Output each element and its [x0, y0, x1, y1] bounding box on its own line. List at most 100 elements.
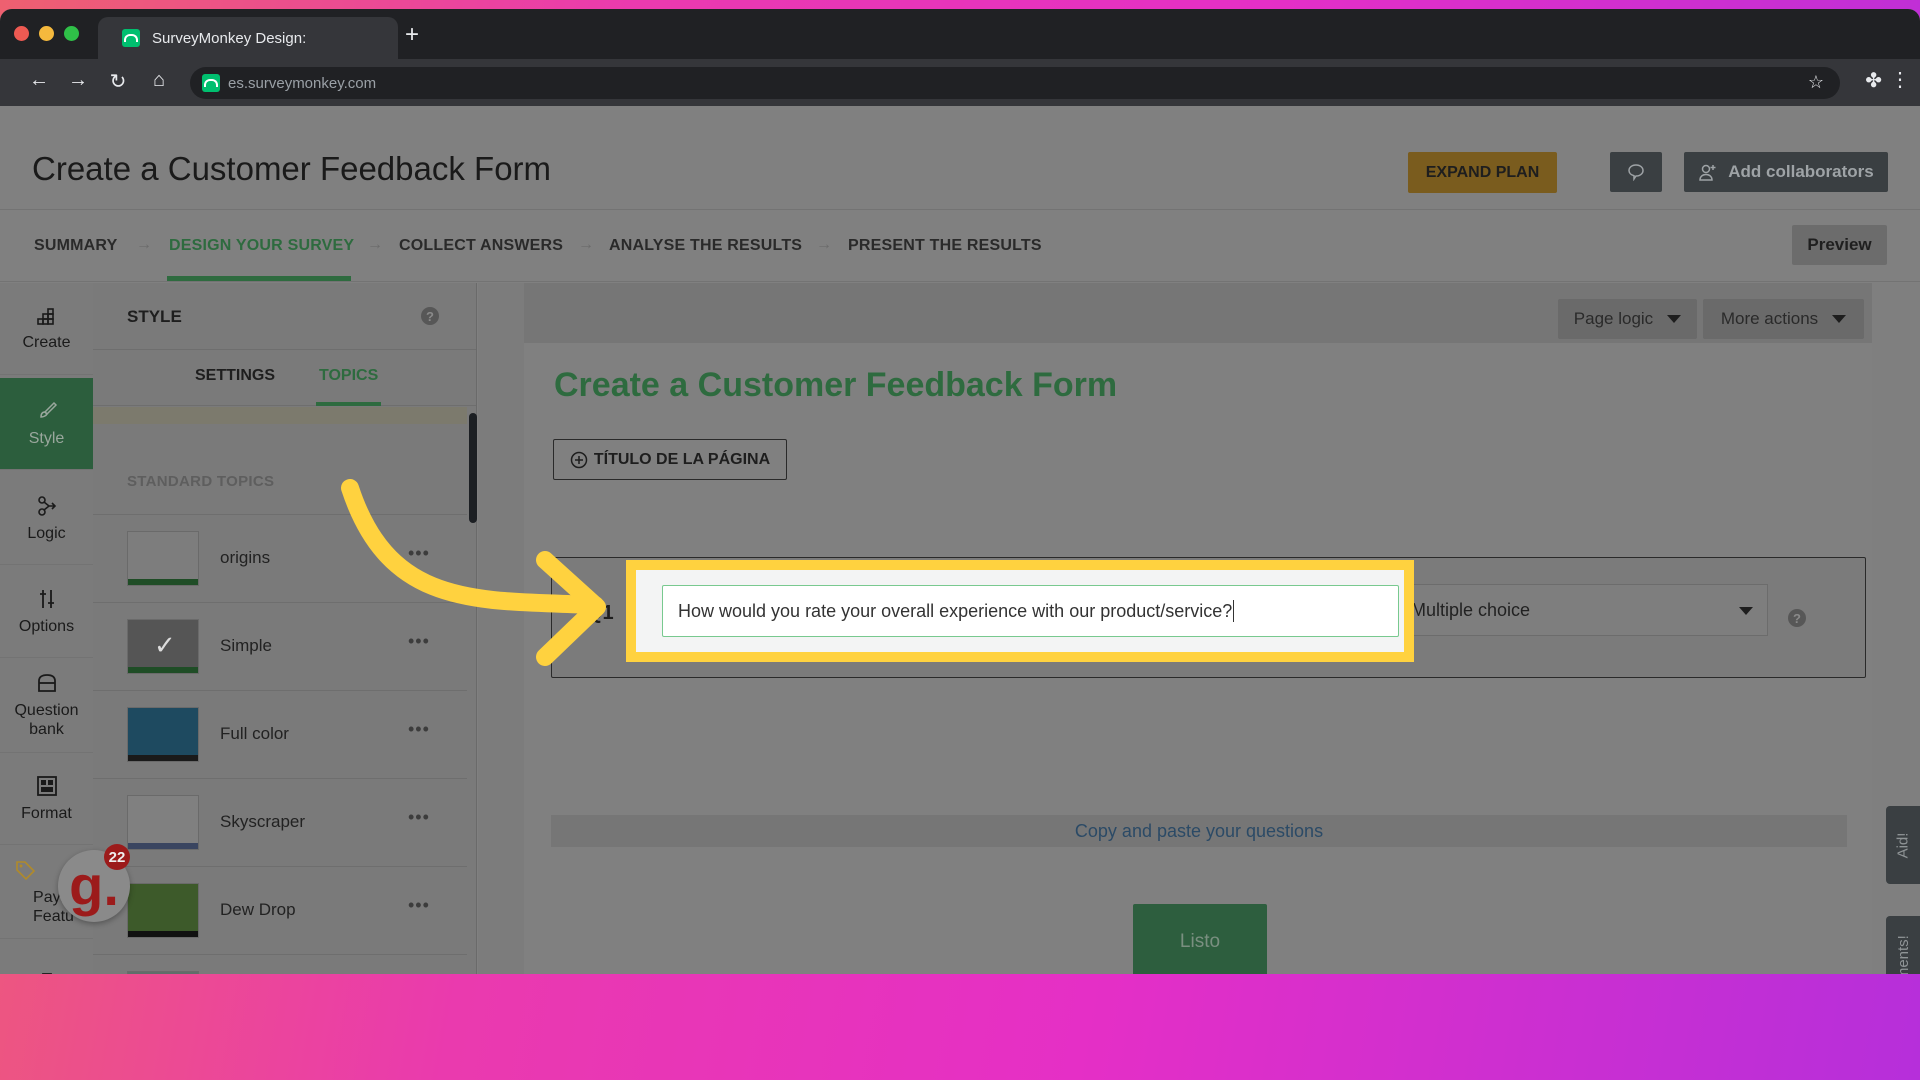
page-logic-dropdown[interactable]: Page logic	[1558, 299, 1697, 339]
step-arrow-icon: →	[816, 236, 832, 253]
rail-item-style[interactable]: Style	[0, 378, 93, 470]
step-present-results[interactable]: PRESENT THE RESULTS	[848, 237, 1042, 255]
style-panel-title: STYLE	[127, 307, 182, 326]
topic-item-origins[interactable]: origins •••	[93, 514, 467, 602]
add-collaborators-button[interactable]: Add collaborators	[1684, 152, 1888, 192]
topic-item-skyscraper[interactable]: Skyscraper •••	[93, 778, 467, 866]
forward-arrow-icon[interactable]: →	[65, 69, 91, 92]
text-caret	[1233, 600, 1235, 622]
maximize-window-button[interactable]	[64, 26, 79, 41]
plus-circle-icon	[570, 451, 588, 468]
browser-tab-bar: SurveyMonkey Design: +	[0, 9, 1920, 59]
more-options-icon[interactable]: •••	[408, 719, 430, 740]
rail-label: Logic	[27, 524, 66, 542]
new-tab-button[interactable]: +	[405, 21, 419, 49]
help-icon[interactable]: ?	[421, 307, 439, 325]
active-step-indicator	[167, 276, 351, 281]
panel-gutter	[478, 283, 524, 974]
topic-name: Dew Drop	[220, 900, 296, 919]
more-actions-label: More actions	[1720, 309, 1819, 328]
step-design-your-survey[interactable]: DESIGN YOUR SURVEY	[169, 237, 354, 255]
standard-topics-heading: STANDARD TOPICS	[127, 473, 275, 490]
comments-button[interactable]	[1610, 152, 1662, 192]
tab-settings[interactable]: SETTINGS	[195, 367, 275, 385]
topic-item-dew-drop[interactable]: Dew Drop •••	[93, 866, 467, 954]
expand-plan-button[interactable]: EXPAND PLAN	[1408, 152, 1557, 193]
browser-menu-icon[interactable]: ⋮	[1890, 67, 1910, 92]
topic-thumbnail	[127, 795, 199, 850]
step-arrow-icon: →	[578, 236, 594, 253]
notification-count-badge: 22	[104, 844, 130, 870]
reload-icon[interactable]: ↻	[105, 69, 131, 94]
active-tab-indicator	[316, 402, 381, 406]
step-summary[interactable]: SUMMARY	[34, 237, 117, 255]
question-number: Q1	[587, 602, 614, 624]
topic-item-simple[interactable]: ✓ Simple •••	[93, 602, 467, 690]
chart-grid-icon	[36, 306, 58, 331]
comments-side-tab[interactable]: Comments!	[1886, 916, 1920, 974]
topic-item-full-color[interactable]: Full color •••	[93, 690, 467, 778]
step-analyse-results[interactable]: ANALYSE THE RESULTS	[609, 237, 802, 255]
caret-down-icon	[1832, 315, 1847, 323]
rail-item-options[interactable]: Options	[0, 566, 93, 658]
logic-branch-icon	[36, 495, 58, 522]
right-side-strip: Aid! Comments!	[1872, 283, 1920, 974]
help-side-tab[interactable]: Aid!	[1886, 806, 1920, 884]
done-label: Listo	[1179, 930, 1221, 952]
more-options-icon[interactable]: •••	[408, 807, 430, 828]
preview-button[interactable]: Preview	[1792, 225, 1887, 265]
rail-item-question-bank[interactable]: Question bank	[0, 659, 93, 753]
topic-item-partial[interactable]	[93, 954, 467, 974]
more-options-icon[interactable]: •••	[408, 543, 430, 564]
tutorial-highlight-box: How would you rate your overall experien…	[626, 560, 1414, 662]
page-title: Create a Customer Feedback Form	[32, 150, 552, 187]
back-arrow-icon[interactable]: ←	[26, 69, 52, 92]
tab-title: SurveyMonkey Design:	[152, 29, 307, 47]
topic-list: origins ••• ✓ Simple ••• Full color ••• …	[93, 514, 467, 974]
step-collect-answers[interactable]: COLLECT ANSWERS	[399, 237, 563, 255]
done-button[interactable]: Listo	[1133, 904, 1267, 974]
site-favicon-icon	[202, 74, 220, 92]
rail-item-more[interactable]	[0, 939, 93, 974]
more-actions-dropdown[interactable]: More actions	[1703, 299, 1864, 339]
add-page-title-button[interactable]: TÍTULO DE LA PÁGINA	[553, 439, 787, 480]
extensions-puzzle-icon[interactable]: ✤	[1865, 68, 1882, 93]
workflow-steps-nav: SUMMARY → DESIGN YOUR SURVEY → COLLECT A…	[0, 211, 1920, 282]
url-text: es.surveymonkey.com	[228, 74, 377, 92]
question-type-label: Multiple choice	[1411, 599, 1531, 620]
panel-scrollbar[interactable]	[469, 413, 477, 523]
question-type-help-icon[interactable]: ?	[1788, 609, 1806, 627]
topic-name: origins	[220, 548, 271, 567]
rail-item-format[interactable]: Format	[0, 753, 93, 845]
topic-name: Skyscraper	[220, 812, 306, 831]
topic-thumbnail	[127, 531, 199, 586]
bookmark-star-icon[interactable]: ☆	[1808, 72, 1824, 93]
more-options-icon[interactable]: •••	[408, 895, 430, 916]
help-side-tab-label: Aid!	[1894, 832, 1912, 858]
surveymonkey-favicon-icon	[122, 29, 140, 47]
address-bar-row: ← → ↻ ⌂ es.surveymonkey.com ☆ ✤ ⋮	[0, 59, 1920, 106]
step-arrow-icon: →	[136, 236, 152, 253]
minimize-window-button[interactable]	[39, 26, 54, 41]
step-arrow-icon: →	[367, 236, 383, 253]
home-icon[interactable]: ⌂	[146, 69, 172, 92]
price-tag-icon	[14, 859, 36, 886]
topic-thumbnail	[127, 971, 199, 974]
question-text-input[interactable]: How would you rate your overall experien…	[662, 585, 1399, 637]
question-type-dropdown[interactable]: Multiple choice	[1388, 584, 1768, 636]
rail-label: Create	[22, 333, 71, 351]
rail-item-create[interactable]: Create	[0, 283, 93, 375]
style-panel-tabs: SETTINGS TOPICS	[93, 350, 476, 406]
more-options-icon[interactable]: •••	[408, 631, 430, 652]
speech-bubble-icon	[1628, 164, 1644, 181]
copy-paste-questions-link[interactable]: Copy and paste your questions	[551, 815, 1847, 847]
app-header: Create a Customer Feedback Form EXPAND P…	[0, 106, 1920, 210]
tab-topics[interactable]: TOPICS	[319, 367, 378, 385]
url-field[interactable]: es.surveymonkey.com ☆	[190, 67, 1840, 99]
close-window-button[interactable]	[14, 26, 29, 41]
browser-window: SurveyMonkey Design: + ← → ↻ ⌂ es.survey…	[0, 9, 1920, 974]
rail-item-logic[interactable]: Logic	[0, 473, 93, 565]
topic-name: Full color	[220, 724, 289, 743]
survey-title[interactable]: Create a Customer Feedback Form	[554, 366, 1117, 405]
browser-tab[interactable]: SurveyMonkey Design:	[98, 17, 398, 59]
